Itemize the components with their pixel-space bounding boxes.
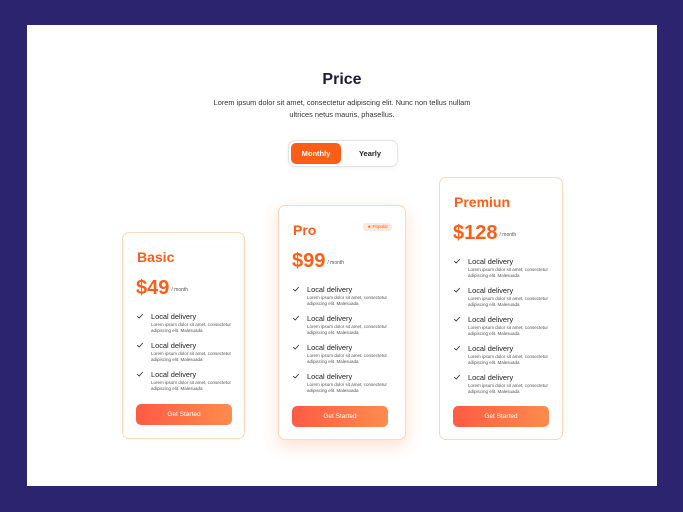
plan-price: $99/ month (292, 250, 344, 273)
feature-title: Local delivery (151, 312, 197, 321)
feature-description: Lorem ipsum dolor sit amet, consectetur … (468, 267, 549, 278)
check-icon (453, 316, 461, 322)
check-icon (453, 287, 461, 293)
check-icon (453, 374, 461, 380)
feature-description: Lorem ipsum dolor sit amet, consectetur … (307, 295, 388, 306)
feature-title: Local delivery (468, 373, 514, 382)
check-icon (292, 344, 300, 350)
pricing-panel: Price Lorem ipsum dolor sit amet, consec… (27, 25, 657, 486)
billing-toggle: Monthly Yearly (288, 140, 398, 167)
plan-price: $128/ month (453, 222, 516, 245)
feature-description: Lorem ipsum dolor sit amet, consectetur … (307, 353, 388, 364)
check-icon (453, 345, 461, 351)
price-period: / month (499, 232, 517, 238)
feature-title: Local delivery (151, 370, 197, 379)
feature-description: Lorem ipsum dolor sit amet, consectetur … (151, 380, 232, 391)
price-amount: $128 (453, 222, 498, 244)
check-icon (292, 286, 300, 292)
plan-price: $49/ month (136, 277, 188, 300)
feature-description: Lorem ipsum dolor sit amet, consectetur … (307, 382, 388, 393)
feature-description: Lorem ipsum dolor sit amet, consectetur … (151, 351, 232, 362)
check-icon (453, 258, 461, 264)
check-icon (136, 371, 144, 377)
plan-name: Pro (293, 222, 317, 238)
feature-description: Lorem ipsum dolor sit amet, consectetur … (468, 296, 549, 307)
feature-title: Local delivery (307, 285, 353, 294)
check-icon (292, 373, 300, 379)
feature-title: Local delivery (307, 314, 353, 323)
plan-name: Basic (137, 249, 175, 265)
page-subtitle: Lorem ipsum dolor sit amet, consectetur … (213, 98, 471, 119)
feature-description: Lorem ipsum dolor sit amet, consectetur … (151, 322, 232, 333)
feature-title: Local delivery (307, 343, 353, 352)
badge-label: Popular (372, 224, 388, 229)
plan-card-premium: Premiun $128/ month Local delivery Lorem… (439, 177, 563, 440)
feature-description: Lorem ipsum dolor sit amet, consectetur … (307, 324, 388, 335)
feature-description: Lorem ipsum dolor sit amet, consectetur … (468, 383, 549, 394)
check-icon (136, 342, 144, 348)
get-started-button[interactable]: Get Started (136, 404, 232, 425)
popular-badge: ★ Popular (363, 223, 392, 231)
feature-title: Local delivery (468, 344, 514, 353)
yearly-toggle-button[interactable]: Yearly (345, 143, 395, 164)
price-amount: $49 (136, 277, 170, 299)
page-title: Price (322, 71, 362, 88)
feature-title: Local delivery (468, 315, 514, 324)
feature-description: Lorem ipsum dolor sit amet, consectetur … (468, 354, 549, 365)
plan-name: Premiun (454, 194, 511, 210)
check-icon (292, 315, 300, 321)
feature-title: Local delivery (468, 286, 514, 295)
price-period: / month (171, 287, 189, 293)
price-amount: $99 (292, 250, 326, 272)
feature-title: Local delivery (151, 341, 197, 350)
check-icon (136, 313, 144, 319)
monthly-toggle-button[interactable]: Monthly (291, 143, 341, 164)
price-period: / month (327, 260, 345, 266)
feature-description: Lorem ipsum dolor sit amet, consectetur … (468, 325, 549, 336)
get-started-button[interactable]: Get Started (453, 406, 549, 427)
plan-card-basic: Basic $49/ month Local delivery Lorem ip… (122, 232, 245, 439)
feature-title: Local delivery (307, 372, 353, 381)
get-started-button[interactable]: Get Started (292, 406, 388, 427)
feature-title: Local delivery (468, 257, 514, 266)
star-icon: ★ (367, 224, 372, 229)
plan-card-pro: Pro ★ Popular $99/ month Local delivery … (278, 205, 406, 440)
